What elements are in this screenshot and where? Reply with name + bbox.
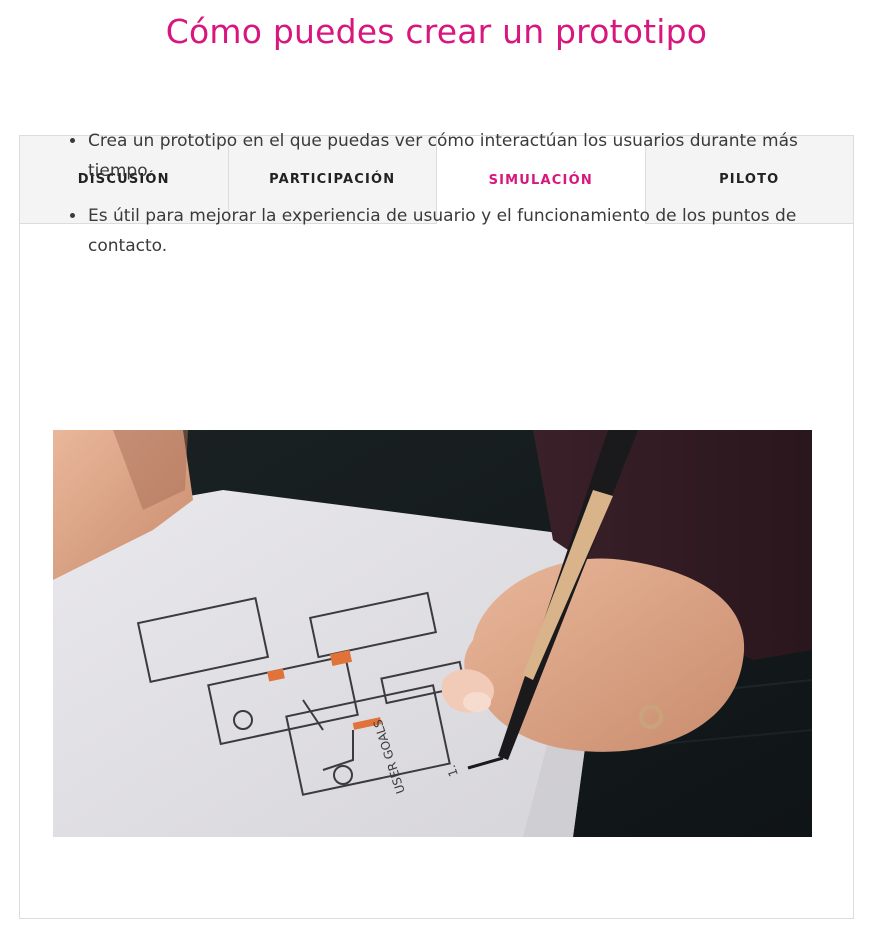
bullet-icon bbox=[70, 213, 75, 218]
list-item-text: Crea un prototipo en el que puedas ver c… bbox=[88, 131, 798, 181]
bullet-icon bbox=[70, 138, 75, 143]
page-title: Cómo puedes crear un prototipo bbox=[165, 12, 708, 51]
list-item: Crea un prototipo en el que puedas ver c… bbox=[52, 126, 812, 186]
prototype-sketch-photo: USER GOALS 1. bbox=[53, 430, 812, 837]
list-item: Es útil para mejorar la experiencia de u… bbox=[52, 201, 812, 261]
bullet-list: Crea un prototipo en el que puedas ver c… bbox=[52, 126, 812, 276]
list-item-text: Es útil para mejorar la experiencia de u… bbox=[88, 206, 797, 256]
